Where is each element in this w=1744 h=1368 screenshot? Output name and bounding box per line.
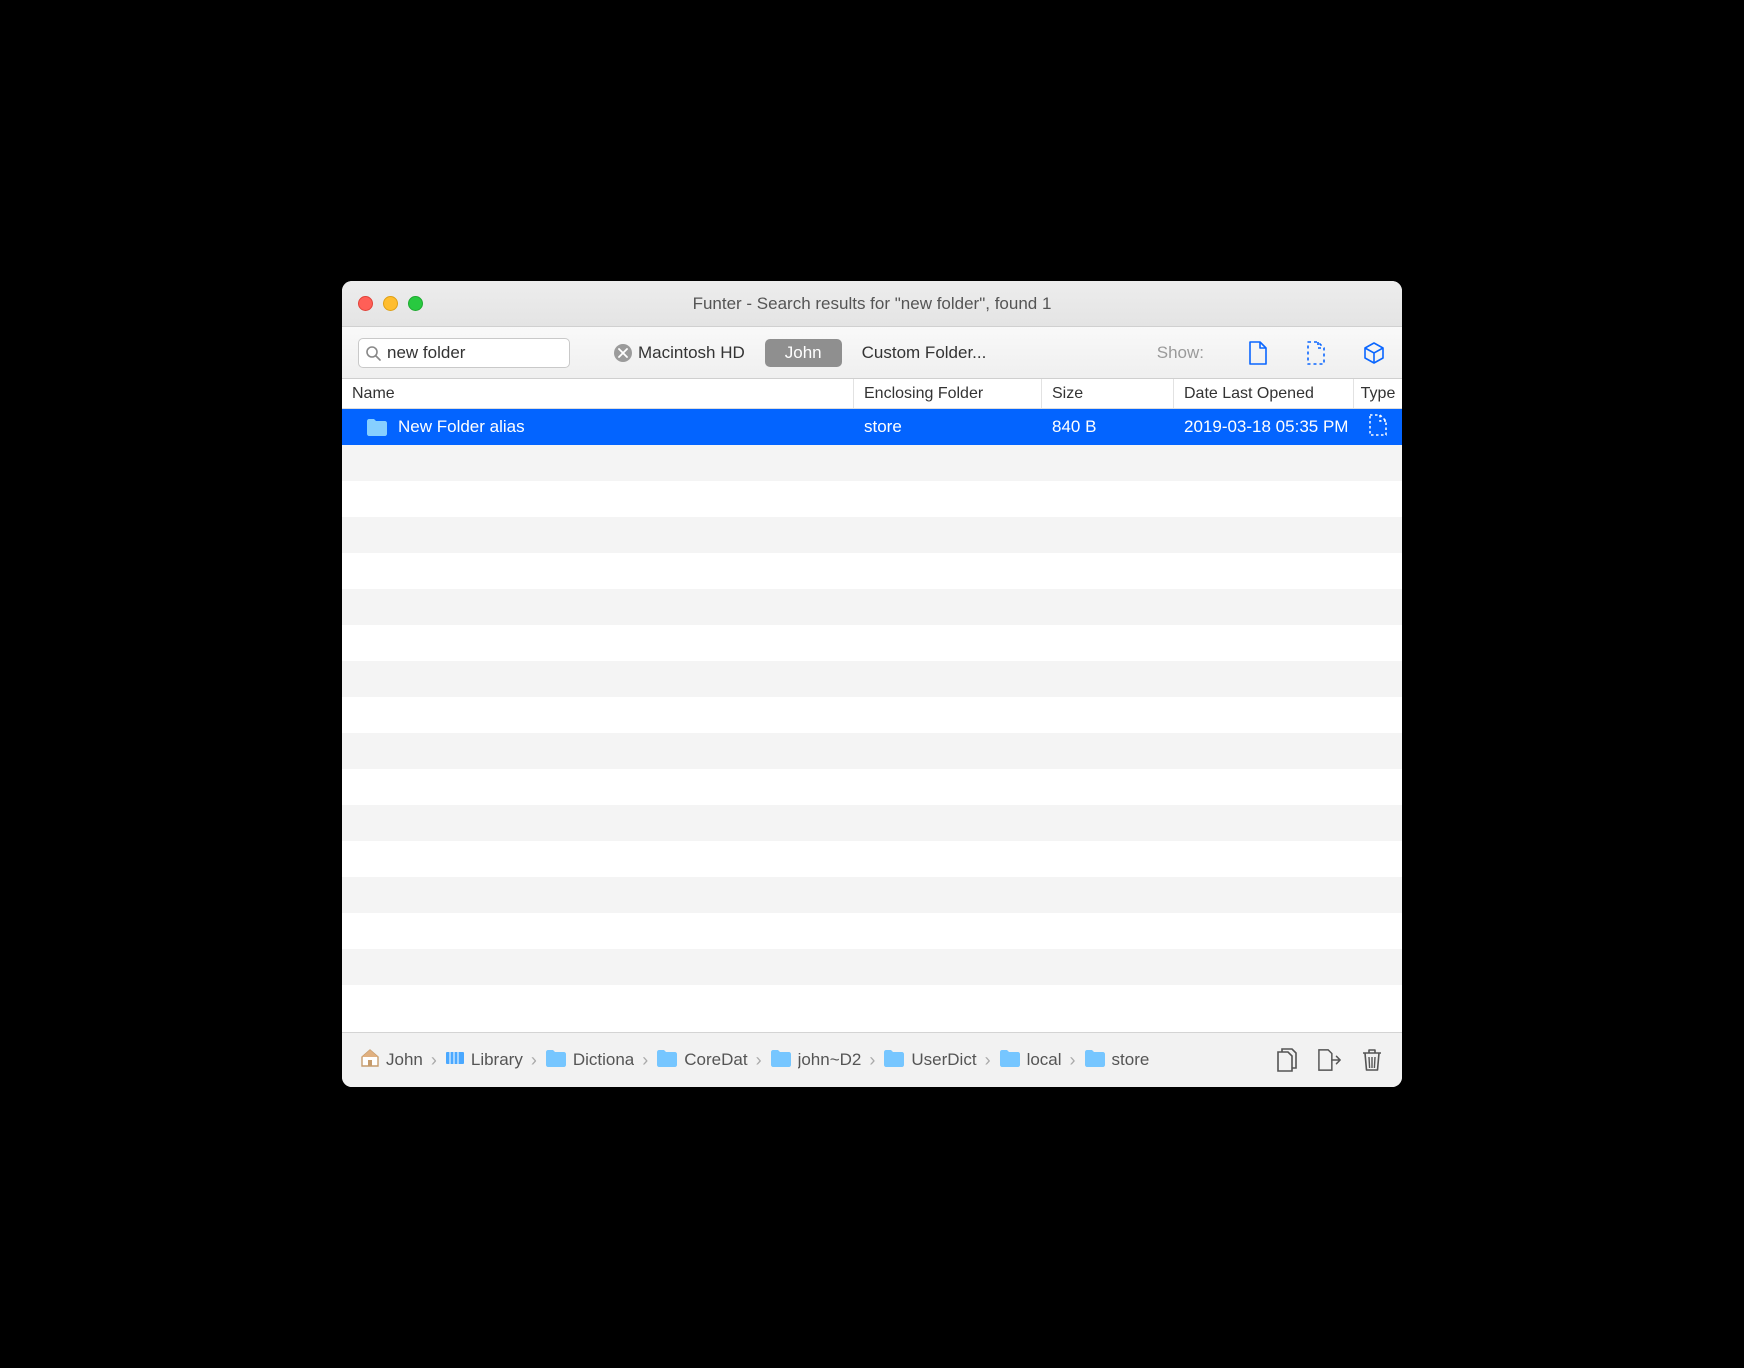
- export-icon: [1318, 1048, 1342, 1072]
- folder-icon: [545, 1049, 567, 1072]
- breadcrumb-item[interactable]: John: [360, 1048, 423, 1073]
- folder-icon: [1084, 1049, 1106, 1072]
- table-row-empty: [342, 733, 1402, 769]
- results-table: New Folder alias store 840 B 2019-03-18 05:…: [342, 409, 1402, 1032]
- breadcrumb-separator: ›: [1070, 1050, 1076, 1071]
- search-field[interactable]: [358, 338, 570, 368]
- minimize-window-button[interactable]: [383, 296, 398, 311]
- column-header-type[interactable]: Type: [1354, 379, 1402, 408]
- table-row-empty: [342, 769, 1402, 805]
- scope-john[interactable]: John: [765, 339, 842, 367]
- close-window-button[interactable]: [358, 296, 373, 311]
- table-row-empty: [342, 877, 1402, 913]
- package-icon: [1362, 341, 1386, 365]
- delete-button[interactable]: [1360, 1048, 1384, 1072]
- breadcrumb-label: Library: [471, 1050, 523, 1070]
- copy-icon: [1277, 1048, 1299, 1072]
- folder-icon: [656, 1049, 678, 1072]
- table-row-empty: [342, 985, 1402, 1021]
- breadcrumb-item[interactable]: store: [1084, 1049, 1150, 1072]
- titlebar: Funter - Search results for "new folder"…: [342, 281, 1402, 327]
- window-controls: [358, 296, 423, 311]
- table-row-empty: [342, 553, 1402, 589]
- table-row-empty: [342, 697, 1402, 733]
- table-row[interactable]: New Folder alias store 840 B 2019-03-18 05:…: [342, 409, 1402, 445]
- breadcrumb-item[interactable]: Dictiona: [545, 1049, 634, 1072]
- zoom-window-button[interactable]: [408, 296, 423, 311]
- home-icon: [360, 1048, 380, 1073]
- table-row-empty: [342, 949, 1402, 985]
- row-name: New Folder alias: [398, 417, 525, 437]
- table-row-empty: [342, 841, 1402, 877]
- breadcrumb-label: John: [386, 1050, 423, 1070]
- folder-icon: [999, 1049, 1021, 1072]
- copy-button[interactable]: [1276, 1048, 1300, 1072]
- scope-selector: Macintosh HD John Custom Folder...: [618, 339, 1006, 367]
- file-icon: [1248, 341, 1268, 365]
- breadcrumb-item[interactable]: john~D2: [770, 1049, 862, 1072]
- show-hidden-button[interactable]: [1304, 341, 1328, 365]
- breadcrumb-separator: ›: [985, 1050, 991, 1071]
- window-title: Funter - Search results for "new folder"…: [342, 294, 1402, 314]
- table-row-empty: [342, 589, 1402, 625]
- column-header-date[interactable]: Date Last Opened: [1174, 379, 1354, 408]
- breadcrumb-separator: ›: [642, 1050, 648, 1071]
- show-packages-button[interactable]: [1362, 341, 1386, 365]
- row-date: 2019-03-18 05:35 PM: [1184, 417, 1348, 437]
- scope-macintosh-hd[interactable]: Macintosh HD: [618, 339, 765, 367]
- breadcrumb-item[interactable]: CoreDat: [656, 1049, 747, 1072]
- breadcrumb-item[interactable]: UserDict: [883, 1049, 976, 1072]
- table-row-empty: [342, 661, 1402, 697]
- table-row-empty: [342, 913, 1402, 949]
- show-files-button[interactable]: [1246, 341, 1270, 365]
- breadcrumb: John › Library › Dictiona › CoreDat › john~D2 › Us…: [360, 1048, 1260, 1073]
- app-window: Funter - Search results for "new folder"…: [342, 281, 1402, 1087]
- breadcrumb-separator: ›: [431, 1050, 437, 1071]
- bottom-actions: [1276, 1048, 1384, 1072]
- folder-icon: [366, 418, 388, 436]
- breadcrumb-label: local: [1027, 1050, 1062, 1070]
- breadcrumb-separator: ›: [869, 1050, 875, 1071]
- path-bar: John › Library › Dictiona › CoreDat › john~D2 › Us…: [342, 1032, 1402, 1087]
- breadcrumb-item[interactable]: Library: [445, 1050, 523, 1071]
- breadcrumb-label: john~D2: [798, 1050, 862, 1070]
- show-label: Show:: [1157, 343, 1204, 363]
- row-type-icon: [1369, 414, 1387, 441]
- column-header-size[interactable]: Size: [1042, 379, 1174, 408]
- table-row-empty: [342, 805, 1402, 841]
- search-input[interactable]: [381, 343, 614, 363]
- row-enclosing: store: [864, 417, 902, 437]
- table-row-empty: [342, 445, 1402, 481]
- column-header-name[interactable]: Name: [342, 379, 854, 408]
- library-icon: [445, 1050, 465, 1071]
- trash-icon: [1361, 1048, 1383, 1072]
- export-button[interactable]: [1318, 1048, 1342, 1072]
- folder-icon: [883, 1049, 905, 1072]
- search-icon: [365, 345, 381, 361]
- table-row-empty: [342, 625, 1402, 661]
- column-headers: Name Enclosing Folder Size Date Last Ope…: [342, 379, 1402, 409]
- breadcrumb-separator: ›: [531, 1050, 537, 1071]
- column-header-enclosing[interactable]: Enclosing Folder: [854, 379, 1042, 408]
- scope-custom-folder[interactable]: Custom Folder...: [842, 339, 1007, 367]
- hidden-file-icon: [1306, 341, 1326, 365]
- row-size: 840 B: [1052, 417, 1096, 437]
- breadcrumb-separator: ›: [756, 1050, 762, 1071]
- toolbar: Macintosh HD John Custom Folder... Show:: [342, 327, 1402, 379]
- breadcrumb-label: CoreDat: [684, 1050, 747, 1070]
- breadcrumb-label: Dictiona: [573, 1050, 634, 1070]
- breadcrumb-label: store: [1112, 1050, 1150, 1070]
- folder-icon: [770, 1049, 792, 1072]
- breadcrumb-item[interactable]: local: [999, 1049, 1062, 1072]
- breadcrumb-label: UserDict: [911, 1050, 976, 1070]
- table-row-empty: [342, 481, 1402, 517]
- table-row-empty: [342, 517, 1402, 553]
